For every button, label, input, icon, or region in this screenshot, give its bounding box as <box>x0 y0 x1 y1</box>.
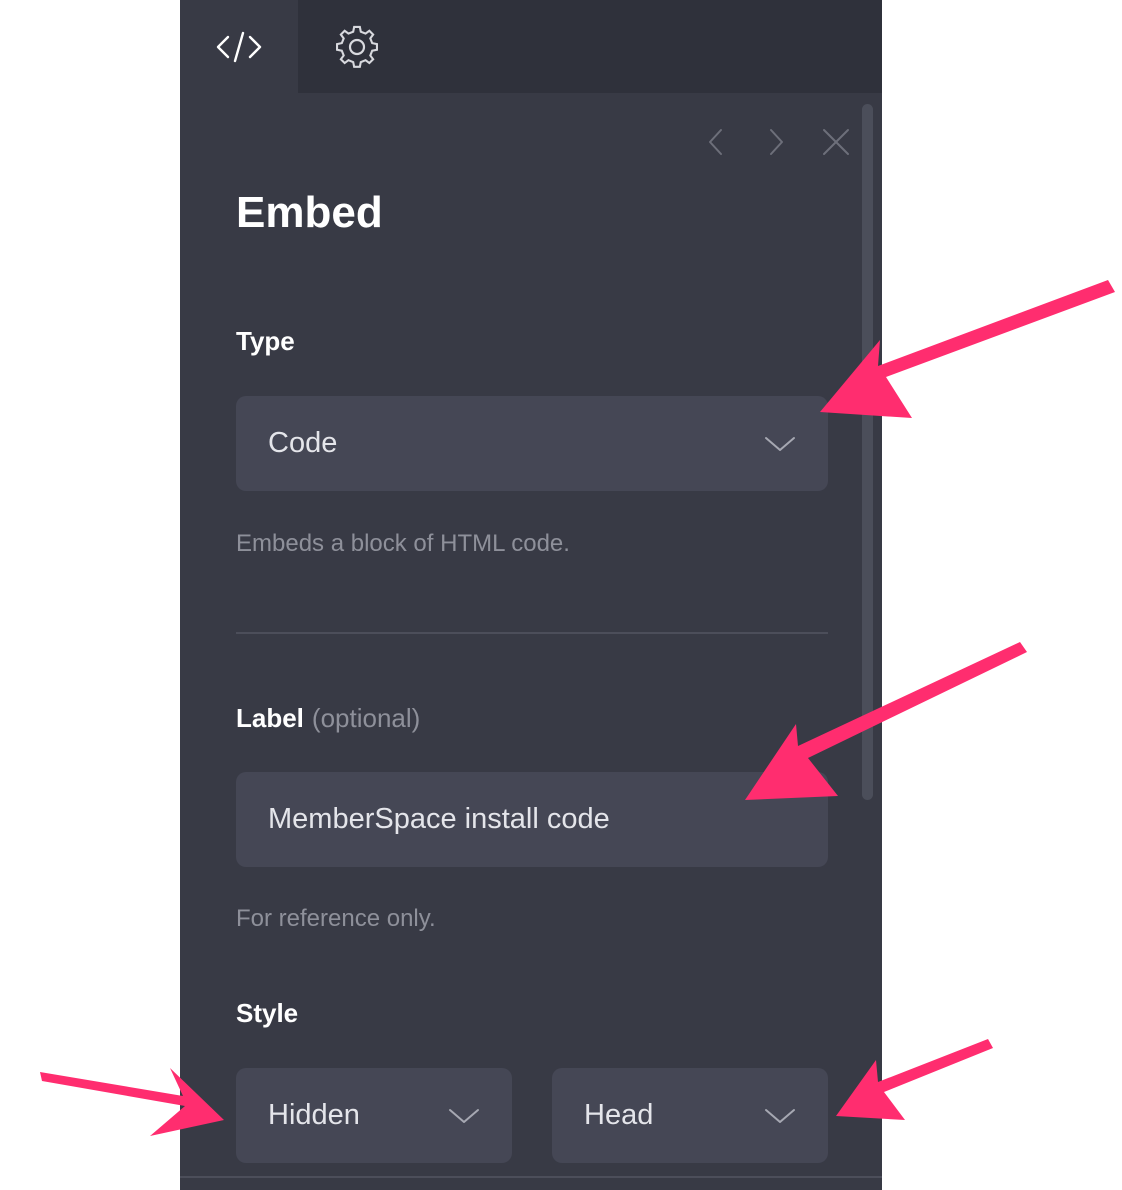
annotation-arrow-type <box>820 280 1115 418</box>
annotation-arrow-label <box>745 642 1027 800</box>
screenshot-stage: Embed Type Code Embeds a block of HTML c… <box>0 0 1122 1190</box>
annotation-arrow-position <box>836 1039 993 1120</box>
annotation-arrows <box>40 280 1115 1136</box>
annotation-arrow-visibility <box>40 1068 224 1136</box>
